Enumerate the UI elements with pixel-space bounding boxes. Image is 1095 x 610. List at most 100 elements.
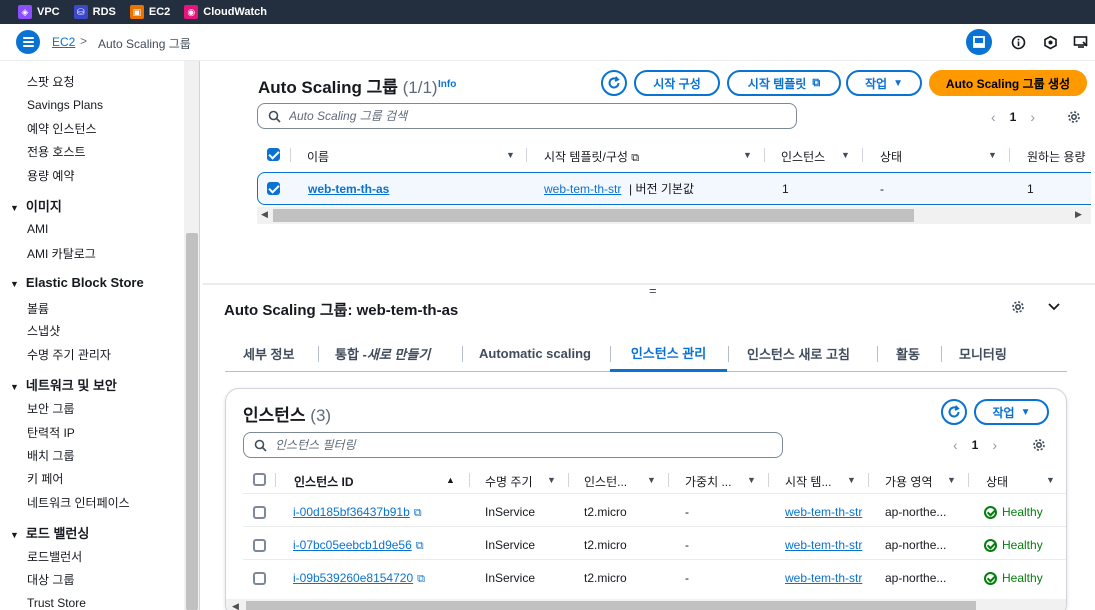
sidebar-item-ami[interactable]: AMI [27,222,48,236]
feedback-icon[interactable] [1071,32,1091,52]
sort-caret-icon[interactable]: ▼ [547,475,556,485]
preferences-icon[interactable] [1067,110,1081,127]
sidebar-section-images[interactable]: ▼ 이미지 [10,196,62,215]
instance-template-link[interactable]: web-tem-th-str [785,538,862,552]
sidebar-item-security-groups[interactable]: 보안 그룹 [27,400,75,417]
sort-caret-icon[interactable]: ▼ [747,475,756,485]
sidebar-section-load-balancing[interactable]: ▼ 로드 밸런싱 [10,523,89,542]
asg-search-input[interactable] [289,109,765,123]
instance-id-link[interactable]: i-09b539260e8154720 ⧉ [293,571,425,586]
sidebar-item-capacity-reservations[interactable]: 용량 예약 [27,167,75,184]
column-header-launch-template[interactable]: 시작 템플릿/구성 ⧉ [544,148,639,165]
tab-instance-management[interactable]: 인스턴스 관리 [610,336,727,372]
actions-button[interactable]: 작업 ▼ [846,70,922,96]
column-header-instance-type[interactable]: 인스턴... [584,473,627,490]
column-header-health[interactable]: 상태 [986,473,1008,490]
instance-row-checkbox[interactable] [253,506,266,519]
split-panel-icon[interactable] [966,29,992,55]
sidebar-item-network-interfaces[interactable]: 네트워크 인터페이스 [27,494,130,511]
sidebar-item-load-balancers[interactable]: 로드밸런서 [27,548,82,565]
tab-activity[interactable]: 활동 [896,336,920,371]
instance-id-link[interactable]: i-07bc05eebcb1d9e56 ⧉ [293,538,424,553]
tab-instance-refresh[interactable]: 인스턴스 새로 고침 [747,336,850,371]
sidebar-item-trust-store[interactable]: Trust Store [27,596,86,610]
sort-ascending-icon[interactable]: ▲ [446,475,455,485]
instances-actions-button[interactable]: 작업 ▼ [974,399,1049,425]
info-icon[interactable] [1008,32,1028,52]
instance-row-checkbox[interactable] [253,539,266,552]
column-header-name[interactable]: 이름 [307,148,329,165]
scrollbar-thumb[interactable] [246,601,976,610]
scrollbar-thumb[interactable] [273,209,914,222]
sort-caret-icon[interactable]: ▼ [947,475,956,485]
asg-name-link[interactable]: web-tem-th-as [308,182,389,196]
sort-caret-icon[interactable]: ▼ [1046,475,1055,485]
sort-caret-icon[interactable]: ▼ [847,475,856,485]
instance-id-link[interactable]: i-00d185bf36437b91b ⧉ [293,505,422,520]
create-asg-button[interactable]: Auto Scaling 그룹 생성 [929,70,1087,96]
tab-monitoring[interactable]: 모니터링 [959,336,1007,371]
column-header-instance-id[interactable]: 인스턴스 ID [294,473,354,490]
preferences-icon[interactable] [1032,438,1046,455]
instance-template-link[interactable]: web-tem-th-str [785,505,862,519]
sidebar-item-snapshots[interactable]: 스냅샷 [27,322,60,339]
sidebar-item-reserved-instances[interactable]: 예약 인스턴스 [27,120,97,137]
sort-caret-icon[interactable]: ▼ [988,150,997,160]
sidebar-section-network-security[interactable]: ▼ 네트워크 및 보안 [10,375,117,394]
sidebar-scrollbar-thumb[interactable] [186,233,198,610]
sidebar-item-target-groups[interactable]: 대상 그룹 [27,571,75,588]
collapse-icon[interactable] [1047,299,1061,316]
instances-table-scrollbar[interactable]: ◀ [226,599,1066,610]
refresh-instances-button[interactable] [941,399,967,425]
tab-integration[interactable]: 통합 - 새로 만들기 [335,336,430,371]
column-header-launch-template[interactable]: 시작 템... [785,473,831,490]
tab-automatic-scaling[interactable]: Automatic scaling [479,336,591,371]
sidebar-item-ami-catalog[interactable]: AMI 카탈로그 [27,245,96,262]
sort-caret-icon[interactable]: ▼ [841,150,850,160]
instance-row-checkbox[interactable] [253,572,266,585]
scroll-left-icon[interactable]: ◀ [261,209,268,220]
sidebar-item-volumes[interactable]: 볼륨 [27,300,49,317]
sidebar-item-dedicated-hosts[interactable]: 전용 호스트 [27,143,86,160]
column-header-status[interactable]: 상태 [880,148,902,165]
scroll-right-icon[interactable]: ▶ [1075,209,1082,220]
launch-template-link[interactable]: web-tem-th-str [544,182,621,196]
launch-template-button[interactable]: 시작 템플릿 ⧉ [727,70,841,96]
tab-details[interactable]: 세부 정보 [243,336,294,371]
column-header-availability-zone[interactable]: 가용 영역 [885,473,933,490]
asg-table-scrollbar[interactable]: ◀ ▶ [257,207,1091,224]
table-row[interactable]: web-tem-th-as web-tem-th-str | 버전 기본값 1 … [257,172,1091,205]
select-all-checkbox[interactable] [267,148,280,161]
next-page-icon[interactable]: › [992,437,997,453]
info-link[interactable]: Info [438,79,456,90]
column-header-lifecycle[interactable]: 수명 주기 [485,473,533,490]
instance-filter-input[interactable] [275,438,751,452]
sidebar-item-elastic-ips[interactable]: 탄력적 IP [27,424,75,441]
sidebar-item-key-pairs[interactable]: 키 페어 [27,470,63,487]
bookmark-cloudwatch[interactable]: ◉ CloudWatch [184,5,267,19]
next-page-icon[interactable]: › [1030,109,1035,125]
bookmark-vpc[interactable]: ◈ VPC [18,5,60,19]
sidebar-item-lifecycle-manager[interactable]: 수명 주기 관리자 [27,346,111,363]
refresh-button[interactable] [601,70,627,96]
bookmark-ec2[interactable]: ▣ EC2 [129,5,170,19]
prev-page-icon[interactable]: ‹ [953,437,958,453]
instance-filter-box[interactable] [243,432,783,458]
breadcrumb-ec2[interactable]: EC2 [52,35,75,49]
sidebar-item-savings-plans[interactable]: Savings Plans [27,98,103,112]
column-header-desired-capacity[interactable]: 원하는 용량 [1027,148,1086,165]
preferences-icon[interactable] [1011,300,1025,317]
sort-caret-icon[interactable]: ▼ [743,150,752,160]
security-icon[interactable] [1040,32,1060,52]
sort-caret-icon[interactable]: ▼ [506,150,515,160]
sort-caret-icon[interactable]: ▼ [647,475,656,485]
column-header-weight[interactable]: 가중치 ... [685,473,731,490]
prev-page-icon[interactable]: ‹ [991,109,996,125]
instance-template-link[interactable]: web-tem-th-str [785,571,862,585]
sidebar-scrollbar[interactable] [184,61,199,610]
row-checkbox[interactable] [267,182,280,195]
launch-config-button[interactable]: 시작 구성 [634,70,720,96]
sidebar-section-ebs[interactable]: ▼ Elastic Block Store [10,275,144,290]
bookmark-rds[interactable]: ⛁ RDS [73,5,116,19]
scroll-left-icon[interactable]: ◀ [232,601,239,610]
